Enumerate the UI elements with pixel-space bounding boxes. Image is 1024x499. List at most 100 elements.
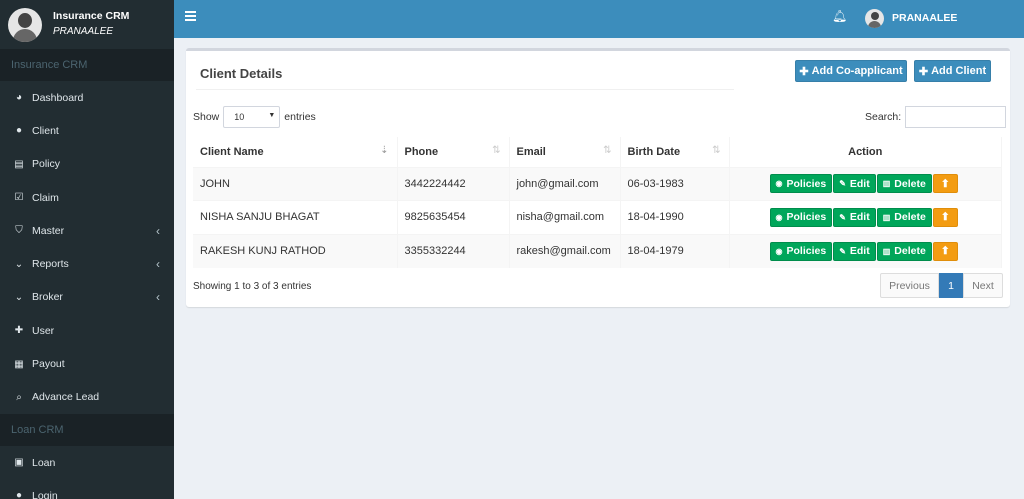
- policies-label: Policies: [786, 177, 827, 190]
- edit-label: Edit: [849, 245, 870, 257]
- user-plus-icon: ✚: [14, 325, 24, 337]
- file-icon: ▤: [14, 158, 24, 170]
- policies-label: Policies: [786, 211, 827, 224]
- edit-button[interactable]: ✎ Edit: [833, 174, 876, 194]
- add-client-label: Add Client: [931, 65, 987, 77]
- search-label: Search:: [865, 111, 902, 123]
- upload-icon: ⬆: [940, 245, 950, 257]
- sidebar-item-client[interactable]: ● Client: [0, 114, 174, 147]
- column-header-client-name[interactable]: Client Name ⇣: [193, 137, 398, 168]
- sidebar-item-advance-lead[interactable]: ⌕ Advance Lead: [0, 381, 174, 414]
- column-header-action: Action: [729, 137, 1002, 168]
- sidebar-item-label: Reports: [32, 258, 69, 271]
- upload-button[interactable]: ⬆: [932, 207, 958, 227]
- cell-name: JOHN: [193, 166, 398, 201]
- calculator-icon: ▦: [14, 358, 24, 370]
- page-size-select[interactable]: 10 ▼: [223, 106, 281, 128]
- trash-icon: ▥: [882, 179, 891, 189]
- sidebar-item-payout[interactable]: ▦ Payout: [0, 347, 174, 380]
- policies-button[interactable]: ◉ Policies: [769, 207, 833, 227]
- edit-icon: ✎: [839, 179, 846, 189]
- sidebar-item-user[interactable]: ✚ User: [0, 314, 174, 347]
- upload-button[interactable]: ⬆: [932, 174, 958, 194]
- policies-button[interactable]: ◉ Policies: [769, 174, 833, 194]
- user-icon: ●: [15, 125, 23, 137]
- add-coapplicant-button[interactable]: ✚ Add Co-applicant: [795, 60, 907, 82]
- sidebar-item-policy[interactable]: ▤ Policy: [0, 148, 174, 181]
- trash-icon: ▥: [882, 246, 891, 256]
- brand-user: PRANAALEE: [53, 25, 114, 37]
- add-coapplicant-label: Add Co-applicant: [811, 65, 903, 77]
- menu-toggle-icon[interactable]: [185, 11, 196, 25]
- chevron-left-icon: ‹: [156, 223, 160, 238]
- search-input[interactable]: [905, 106, 1007, 128]
- sidebar-item-label: Dashboard: [32, 91, 84, 104]
- upload-icon: ⬆: [940, 177, 950, 190]
- page-1-button[interactable]: 1: [939, 273, 963, 298]
- next-page-button[interactable]: Next: [963, 273, 1003, 298]
- cell-phone: 3355332244: [397, 233, 510, 268]
- cell-email: nisha@gmail.com: [509, 200, 621, 234]
- sidebar-item-label: Master: [32, 224, 65, 237]
- chevron-left-icon: ‹: [156, 290, 160, 305]
- cell-name: NISHA SANJU BHAGAT: [193, 200, 398, 234]
- sidebar-item-master[interactable]: ⛉ Master ‹: [0, 214, 174, 247]
- upload-button[interactable]: ⬆: [932, 241, 958, 261]
- sidebar: Insurance CRM PRANAALEE Insurance CRM ◕ D…: [0, 0, 174, 499]
- plus-icon: ✚: [918, 65, 929, 78]
- cell-action: ◉ Policies ✎ Edit ▥ Delete ⬆: [729, 233, 1002, 268]
- column-header-email[interactable]: Email ⇅: [509, 137, 621, 168]
- chevron-left-icon: ‹: [156, 257, 160, 272]
- cell-birth: 18-04-1990: [620, 200, 730, 234]
- sidebar-item-loan[interactable]: ▣ Loan: [0, 446, 174, 479]
- bell-icon[interactable]: 🔔︎: [832, 9, 847, 23]
- cell-action: ◉ Policies ✎ Edit ▥ Delete ⬆: [729, 200, 1002, 234]
- cell-birth: 06-03-1983: [620, 166, 730, 201]
- cell-phone: 3442224442: [397, 166, 510, 201]
- avatar: [8, 7, 42, 42]
- sidebar-item-label: User: [32, 324, 55, 337]
- entries-label: entries: [284, 111, 316, 123]
- cell-birth: 18-04-1979: [620, 233, 730, 268]
- sidebar-item-broker[interactable]: ⌄ Broker ‹: [0, 281, 174, 314]
- column-header-birth-date[interactable]: Birth Date ⇅: [620, 137, 730, 168]
- sidebar-item-login[interactable]: ● Login: [0, 479, 174, 499]
- delete-button[interactable]: ▥ Delete: [876, 174, 932, 194]
- edit-label: Edit: [849, 211, 870, 224]
- add-client-button[interactable]: ✚ Add Client: [914, 60, 991, 82]
- topbar: 🔔︎ PRANAALEE: [174, 0, 1024, 38]
- delete-button[interactable]: ▥ Delete: [876, 207, 932, 227]
- table-row: NISHA SANJU BHAGAT 9825635454 nisha@gmail.…: [193, 200, 1002, 234]
- pagination: Previous 1 Next: [880, 273, 1003, 298]
- sidebar-item-reports[interactable]: ⌄ Reports ‹: [0, 247, 174, 280]
- edit-icon: ✎: [839, 212, 846, 222]
- money-icon: ▣: [14, 457, 24, 469]
- sort-icon: ⇅: [492, 145, 501, 156]
- sidebar-item-dashboard[interactable]: ◕ Dashboard: [0, 81, 174, 114]
- user-avatar[interactable]: [865, 9, 884, 28]
- sidebar-item-claim[interactable]: ☑ Claim: [0, 181, 174, 214]
- table-row: RAKESH KUNJ RATHOD 3355332244 rakesh@gmail…: [193, 233, 1002, 268]
- cell-email: rakesh@gmail.com: [509, 233, 621, 268]
- sort-icon: ⇅: [712, 145, 721, 156]
- sidebar-section-insurance: Insurance CRM: [0, 49, 174, 81]
- user-menu[interactable]: PRANAALEE: [892, 12, 957, 24]
- eye-icon: ◉: [775, 246, 783, 256]
- column-header-phone[interactable]: Phone ⇅: [397, 137, 510, 168]
- edit-icon: ✎: [839, 246, 846, 256]
- client-details-box: Client Details ✚ Add Co-applicant ✚ Add …: [186, 48, 1010, 307]
- calendar-check-icon: ☑: [14, 192, 24, 204]
- sidebar-item-label: Client: [32, 124, 59, 137]
- delete-button[interactable]: ▥ Delete: [876, 241, 932, 261]
- cell-name: RAKESH KUNJ RATHOD: [193, 233, 398, 268]
- sidebar-brand: Insurance CRM PRANAALEE: [0, 0, 174, 49]
- sidebar-item-label: Claim: [32, 191, 59, 204]
- trash-icon: ▥: [882, 212, 891, 222]
- chevron-down-icon: ⌄: [14, 258, 24, 270]
- edit-button[interactable]: ✎ Edit: [833, 241, 876, 261]
- policies-button[interactable]: ◉ Policies: [769, 241, 833, 261]
- sort-asc-icon: ⇣: [380, 145, 389, 156]
- title-divider: [196, 89, 734, 90]
- edit-button[interactable]: ✎ Edit: [833, 207, 876, 227]
- previous-page-button[interactable]: Previous: [880, 273, 939, 298]
